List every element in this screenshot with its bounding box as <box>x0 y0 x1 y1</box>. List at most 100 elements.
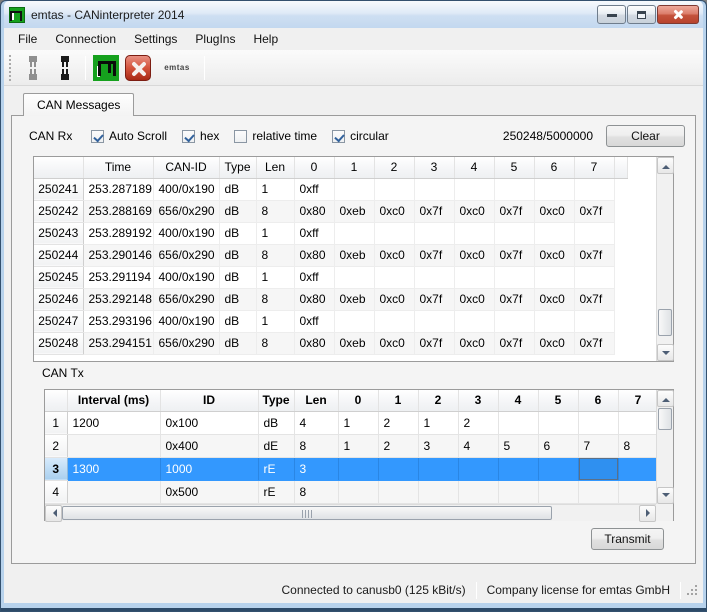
emtas-text-button[interactable]: emtas <box>155 54 199 82</box>
table-cell[interactable]: 253.287189 <box>83 178 153 200</box>
checkbox-auto-scroll[interactable]: Auto Scroll <box>91 129 167 143</box>
menu-help[interactable]: Help <box>244 29 287 49</box>
table-cell[interactable]: 2 <box>378 434 418 457</box>
table-cell[interactable]: 0xff <box>294 310 334 332</box>
table-cell[interactable] <box>618 411 656 434</box>
table-cell[interactable]: dB <box>258 411 294 434</box>
table-cell[interactable]: 8 <box>256 332 294 354</box>
table-cell[interactable] <box>334 310 374 332</box>
table-cell[interactable] <box>454 178 494 200</box>
table-cell[interactable]: 0xeb <box>334 288 374 310</box>
table-cell[interactable]: 253.290146 <box>83 244 153 266</box>
table-cell[interactable] <box>374 222 414 244</box>
table-cell[interactable]: 0x80 <box>294 332 334 354</box>
table-cell[interactable]: 656/0x290 <box>153 200 219 222</box>
table-cell[interactable]: 0xc0 <box>534 288 574 310</box>
table-cell[interactable]: dB <box>219 310 256 332</box>
table-cell[interactable]: 400/0x190 <box>153 310 219 332</box>
table-cell[interactable]: 400/0x190 <box>153 266 219 288</box>
table-cell[interactable] <box>378 457 418 480</box>
table-cell[interactable]: 5 <box>498 434 538 457</box>
table-cell[interactable]: 253.289192 <box>83 222 153 244</box>
table-cell[interactable] <box>414 266 454 288</box>
table-cell[interactable] <box>418 480 458 503</box>
column-header-4[interactable]: 4 <box>454 157 494 178</box>
table-cell[interactable] <box>454 222 494 244</box>
table-cell[interactable] <box>578 411 618 434</box>
table-cell[interactable]: dB <box>219 200 256 222</box>
table-cell[interactable]: 1 <box>338 411 378 434</box>
tx-vertical-scrollbar[interactable] <box>656 390 673 504</box>
table-cell[interactable] <box>574 222 614 244</box>
column-header-6[interactable]: 6 <box>578 390 618 411</box>
table-cell[interactable] <box>334 178 374 200</box>
column-header-5[interactable]: 5 <box>494 157 534 178</box>
table-cell[interactable] <box>334 266 374 288</box>
table-cell[interactable] <box>494 266 534 288</box>
table-cell[interactable]: 0x7f <box>574 200 614 222</box>
scroll-down-button[interactable] <box>657 487 674 504</box>
table-cell[interactable]: 0x7f <box>414 332 454 354</box>
table-cell[interactable]: dB <box>219 332 256 354</box>
connect-button[interactable] <box>18 54 48 82</box>
table-cell[interactable]: 0xff <box>294 222 334 244</box>
table-cell[interactable]: 0x7f <box>494 200 534 222</box>
table-cell[interactable]: 0xc0 <box>454 288 494 310</box>
table-cell[interactable]: 253.293196 <box>83 310 153 332</box>
table-cell[interactable] <box>538 457 578 480</box>
row-header[interactable]: 250242 <box>34 200 83 222</box>
table-cell[interactable]: 0x80 <box>294 288 334 310</box>
table-cell[interactable]: 0x500 <box>160 480 258 503</box>
column-header-7[interactable]: 7 <box>618 390 656 411</box>
table-cell[interactable]: 0x7f <box>414 244 454 266</box>
table-cell[interactable]: 0xeb <box>334 200 374 222</box>
table-cell[interactable] <box>534 222 574 244</box>
menu-plugins[interactable]: PlugIns <box>186 29 244 49</box>
table-cell[interactable]: 656/0x290 <box>153 288 219 310</box>
table-cell[interactable] <box>414 310 454 332</box>
table-cell[interactable]: 253.288169 <box>83 200 153 222</box>
table-cell[interactable]: 8 <box>256 200 294 222</box>
table-cell[interactable]: 8 <box>256 288 294 310</box>
rx-scrollbar-thumb[interactable] <box>658 309 672 336</box>
scroll-up-button[interactable] <box>657 157 674 174</box>
table-cell[interactable]: 0xeb <box>334 244 374 266</box>
table-row[interactable]: 250244253.290146656/0x290dB80x800xeb0xc0… <box>34 244 628 266</box>
table-cell[interactable]: 4 <box>294 411 338 434</box>
table-cell[interactable]: dB <box>219 178 256 200</box>
table-cell[interactable]: dB <box>219 244 256 266</box>
table-row[interactable]: 250245253.291194400/0x190dB10xff <box>34 266 628 288</box>
table-cell[interactable] <box>538 480 578 503</box>
column-header-1[interactable]: 1 <box>334 157 374 178</box>
tab-can-messages[interactable]: CAN Messages <box>23 93 134 116</box>
table-cell[interactable] <box>374 178 414 200</box>
table-row[interactable]: 313001000rE3 <box>45 457 656 480</box>
table-cell[interactable]: 0xc0 <box>454 332 494 354</box>
table-row[interactable]: 250242253.288169656/0x290dB80x800xeb0xc0… <box>34 200 628 222</box>
table-row[interactable]: 112000x100dB41212 <box>45 411 656 434</box>
table-cell[interactable]: 1 <box>338 434 378 457</box>
row-header[interactable]: 1 <box>45 411 67 434</box>
table-cell[interactable] <box>374 266 414 288</box>
table-row[interactable]: 20x400dE812345678 <box>45 434 656 457</box>
table-cell[interactable]: 0xc0 <box>374 244 414 266</box>
table-cell[interactable]: dB <box>219 222 256 244</box>
scroll-left-button[interactable] <box>45 505 62 522</box>
row-header[interactable]: 250245 <box>34 266 83 288</box>
column-header-interval-ms-[interactable]: Interval (ms) <box>67 390 160 411</box>
table-cell[interactable]: 4 <box>458 434 498 457</box>
table-cell[interactable] <box>498 457 538 480</box>
table-row[interactable]: 250247253.293196400/0x190dB10xff <box>34 310 628 332</box>
column-header-2[interactable]: 2 <box>418 390 458 411</box>
table-cell[interactable] <box>534 266 574 288</box>
table-cell[interactable]: 3 <box>418 434 458 457</box>
exit-button[interactable] <box>123 54 153 82</box>
table-cell[interactable] <box>418 457 458 480</box>
table-cell[interactable]: rE <box>258 457 294 480</box>
table-cell[interactable] <box>414 222 454 244</box>
table-cell[interactable] <box>578 480 618 503</box>
table-cell[interactable] <box>67 434 160 457</box>
table-cell[interactable]: 0xc0 <box>454 200 494 222</box>
table-cell[interactable]: 253.292148 <box>83 288 153 310</box>
menu-file[interactable]: File <box>9 29 46 49</box>
